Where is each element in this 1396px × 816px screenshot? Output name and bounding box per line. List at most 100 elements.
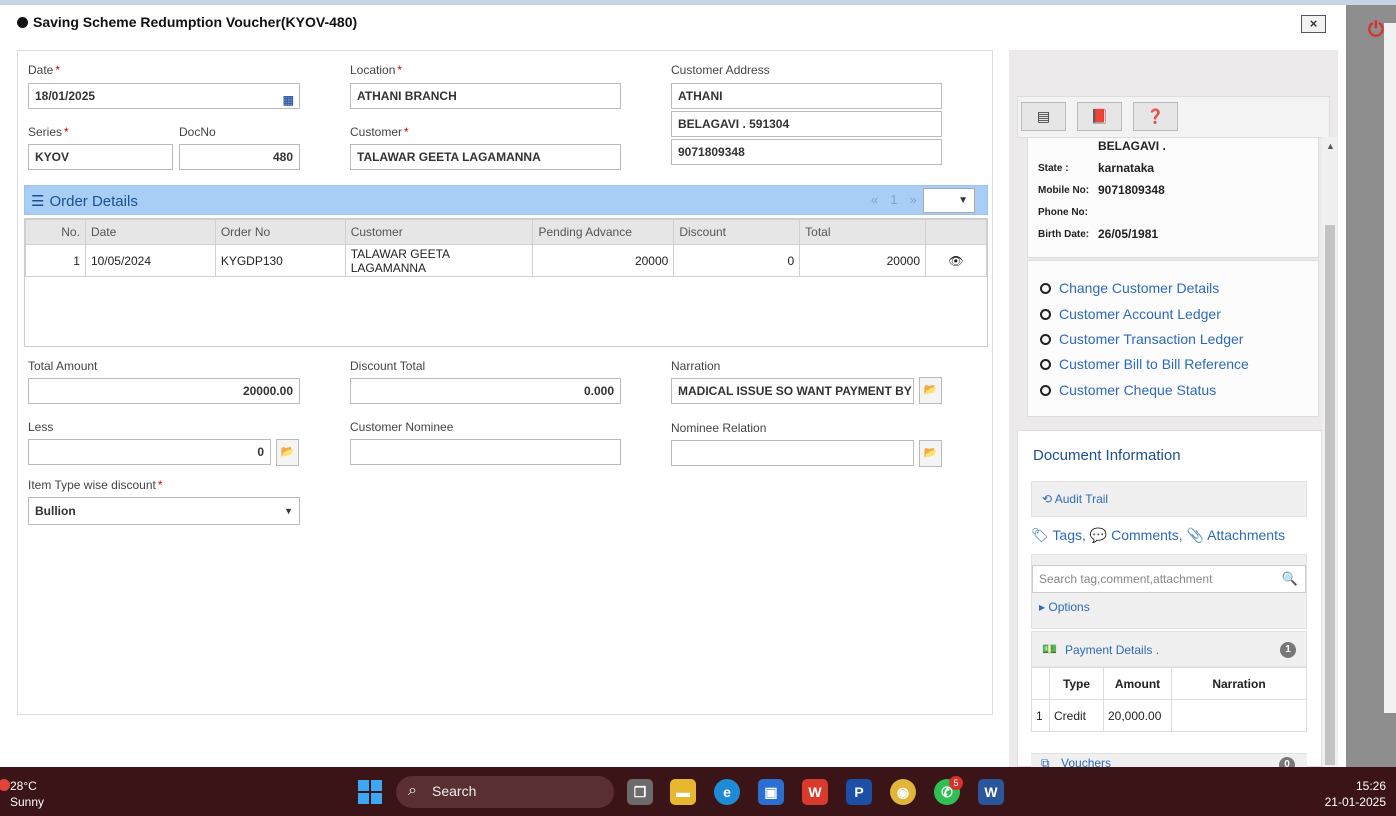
task-view-icon[interactable]: ❐ — [627, 779, 653, 805]
document-information: Document Information ⟲ Audit Trail 🏷 Tag… — [1017, 430, 1322, 769]
item-type-label: Item Type wise discount * — [28, 478, 163, 492]
customer-nominee-label: Customer Nominee — [350, 420, 454, 434]
col-total[interactable]: Total — [799, 219, 926, 245]
voucher-modal: Saving Scheme Redumption Voucher(KYOV-48… — [0, 5, 1346, 769]
table-row[interactable]: 1 Credit 20,000.00 — [1031, 699, 1307, 732]
taskbar-search[interactable]: ⌕ Search — [396, 776, 614, 808]
account-ledger-link[interactable]: Customer Account Ledger — [1040, 306, 1221, 322]
audit-trail-link[interactable]: ⟲ Audit Trail — [1031, 481, 1307, 517]
payment-details-header[interactable]: 💵 Payment Details . 1 — [1031, 631, 1307, 667]
nominee-relation-field[interactable] — [671, 440, 914, 466]
power-icon[interactable]: ⏻ — [1368, 19, 1384, 42]
help-button[interactable]: ❓ — [1133, 102, 1178, 131]
order-details-header: ☰ Order Details « 1 » ▼ — [24, 185, 988, 215]
folder-icon[interactable]: 📂 — [919, 440, 942, 467]
search-section: Search tag,comment,attachment 🔍 ▸ Option… — [1031, 554, 1307, 629]
circle-icon — [1040, 282, 1051, 294]
edge-icon[interactable]: e — [714, 779, 740, 805]
series-field[interactable]: KYOV — [28, 144, 173, 170]
page-size-select[interactable]: ▼ — [923, 188, 975, 213]
pager-prev[interactable]: « — [871, 192, 878, 207]
date-label: Date * — [28, 63, 61, 77]
transaction-ledger-link[interactable]: Customer Transaction Ledger — [1040, 331, 1243, 347]
view-cell: 👁 — [925, 244, 987, 277]
col-pending-advance[interactable]: Pending Advance — [532, 219, 675, 245]
col-amount: Amount — [1103, 667, 1172, 700]
modal-title: Saving Scheme Redumption Voucher(KYOV-48… — [17, 14, 357, 30]
cell-discount: 0 — [673, 244, 801, 277]
wps-icon[interactable]: W — [802, 779, 828, 805]
cheque-status-link[interactable]: Customer Cheque Status — [1040, 382, 1216, 398]
list-icon: ▤ — [1036, 108, 1051, 124]
store-icon[interactable]: ▣ — [758, 779, 784, 805]
series-label: Series * — [28, 125, 69, 139]
tags-link[interactable]: Tags, — [1052, 527, 1085, 543]
search-icon: ⌕ — [408, 782, 417, 799]
start-button[interactable] — [358, 780, 382, 804]
chevron-down-icon: ▼ — [958, 195, 968, 206]
order-details-title: ☰ Order Details — [31, 192, 138, 211]
p-app-icon[interactable]: P — [846, 779, 872, 805]
folder-icon[interactable]: 📂 — [919, 377, 942, 404]
scrollbar-thumb[interactable] — [1325, 225, 1335, 765]
total-amount-label: Total Amount — [28, 359, 98, 373]
attachments-link[interactable]: Attachments — [1207, 527, 1285, 543]
customer-field[interactable]: TALAWAR GEETA LAGAMANNA — [350, 144, 621, 170]
discount-total-field[interactable]: 0.000 — [350, 378, 621, 404]
background-page: ⏻ — [1346, 5, 1396, 767]
options-toggle[interactable]: ▸ Options — [1039, 600, 1090, 614]
file-explorer-icon[interactable]: ▬ — [670, 779, 696, 805]
col-date[interactable]: Date — [84, 219, 216, 245]
chrome-icon[interactable]: ◉ — [890, 779, 916, 805]
book-button[interactable]: 📕 — [1077, 102, 1122, 131]
taskbar: 28°C Sunny ⌕ Search ❐ ▬ e ▣ W P ◉ ✆ 5 W … — [0, 767, 1396, 816]
docno-field[interactable]: 480 — [179, 144, 300, 170]
col-customer[interactable]: Customer — [344, 219, 534, 245]
bill-reference-link[interactable]: Customer Bill to Bill Reference — [1040, 356, 1249, 372]
search-input[interactable]: Search tag,comment,attachment 🔍 — [1032, 565, 1306, 593]
word-icon[interactable]: W — [978, 779, 1004, 805]
list-icon: ☰ — [31, 193, 45, 210]
pager-next[interactable]: » — [909, 192, 916, 207]
col-actions — [925, 219, 987, 245]
address-line1-field[interactable]: ATHANI — [671, 83, 942, 109]
search-icon[interactable]: 🔍 — [1282, 571, 1298, 587]
col-order-no[interactable]: Order No — [214, 219, 346, 245]
side-toolbar: ▤ 📕 ❓ — [1017, 96, 1330, 138]
scroll-up-icon[interactable]: ▲ — [1326, 141, 1335, 151]
comments-link[interactable]: Comments, — [1111, 527, 1183, 543]
side-scrollbar[interactable]: ▲ — [1322, 137, 1338, 767]
eye-icon[interactable]: 👁 — [948, 254, 963, 268]
cell-no: 1 — [25, 244, 86, 277]
location-field[interactable]: ATHANI BRANCH — [350, 83, 621, 109]
item-type-select[interactable]: Bullion ▼ — [28, 497, 300, 525]
total-amount-field[interactable]: 20000.00 — [28, 378, 300, 404]
customer-nominee-field[interactable] — [350, 439, 621, 465]
change-customer-link[interactable]: Change Customer Details — [1040, 280, 1219, 296]
voucher-form: Date * 18/01/2025 ▦ Location * ATHANI BRAN… — [17, 50, 993, 715]
folder-icon[interactable]: 📂 — [276, 439, 299, 466]
calendar-icon[interactable]: ▦ — [283, 88, 294, 108]
temperature: 28°C — [10, 779, 37, 793]
col-discount[interactable]: Discount — [673, 219, 801, 245]
date-field[interactable]: 18/01/2025 ▦ — [28, 83, 300, 109]
cell-pending-advance: 20000 — [532, 244, 675, 277]
weather-widget[interactable]: 28°C Sunny — [0, 778, 44, 810]
cell-type: Credit — [1049, 699, 1104, 732]
cell-total: 20000 — [799, 244, 926, 277]
customer-city: BELAGAVI . — [1098, 139, 1166, 153]
less-field[interactable]: 0 — [28, 439, 271, 465]
table-row[interactable]: 1 10/05/2024 KYGDP130 TALAWAR GEETA LAGA… — [25, 244, 987, 277]
pager-page[interactable]: 1 — [890, 192, 897, 207]
system-clock[interactable]: 15:26 21-01-2025 — [1310, 778, 1386, 810]
address-line3-field[interactable]: 9071809348 — [671, 139, 942, 165]
cell-no: 1 — [1031, 699, 1050, 732]
address-line2-field[interactable]: BELAGAVI . 591304 — [671, 111, 942, 137]
cell-customer: TALAWAR GEETA LAGAMANNA — [344, 244, 534, 277]
close-button[interactable]: × — [1301, 15, 1326, 33]
customer-links-card: Change Customer Details Customer Account… — [1027, 260, 1319, 417]
narration-field[interactable]: MADICAL ISSUE SO WANT PAYMENT BY — [671, 378, 914, 404]
bullet-icon — [17, 16, 28, 28]
col-no[interactable]: No. — [25, 219, 86, 245]
list-view-button[interactable]: ▤ — [1021, 102, 1066, 131]
